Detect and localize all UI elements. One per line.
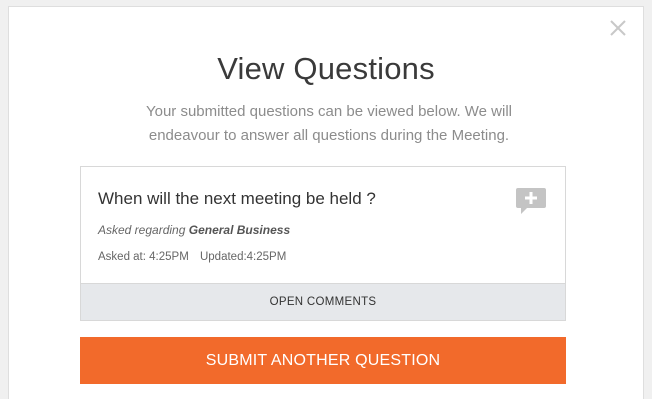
add-comment-icon <box>516 188 546 214</box>
asked-regarding-label: Asked regarding <box>98 223 186 237</box>
close-button[interactable] <box>605 15 631 41</box>
asked-at-time: Asked at: 4:25PM <box>98 251 189 263</box>
question-timestamps: Asked at: 4:25PM Updated:4:25PM <box>98 251 286 263</box>
question-card-body: When will the next meeting be held ? Ask… <box>81 167 565 285</box>
page-subtitle: Your submitted questions can be viewed b… <box>145 103 513 144</box>
add-comment-button[interactable] <box>515 186 547 216</box>
view-questions-modal: View Questions Your submitted questions … <box>8 6 644 399</box>
question-text: When will the next meeting be held ? <box>98 189 376 208</box>
page-title: View Questions <box>217 51 435 86</box>
close-icon <box>610 20 626 36</box>
asked-regarding: Asked regarding General Business <box>98 223 290 237</box>
submit-another-question-button[interactable]: SUBMIT ANOTHER QUESTION <box>80 337 566 384</box>
updated-time: Updated:4:25PM <box>199 251 287 263</box>
question-card: When will the next meeting be held ? Ask… <box>80 166 566 321</box>
open-comments-button[interactable]: OPEN COMMENTS <box>81 283 565 320</box>
question-topic: General Business <box>188 223 291 237</box>
